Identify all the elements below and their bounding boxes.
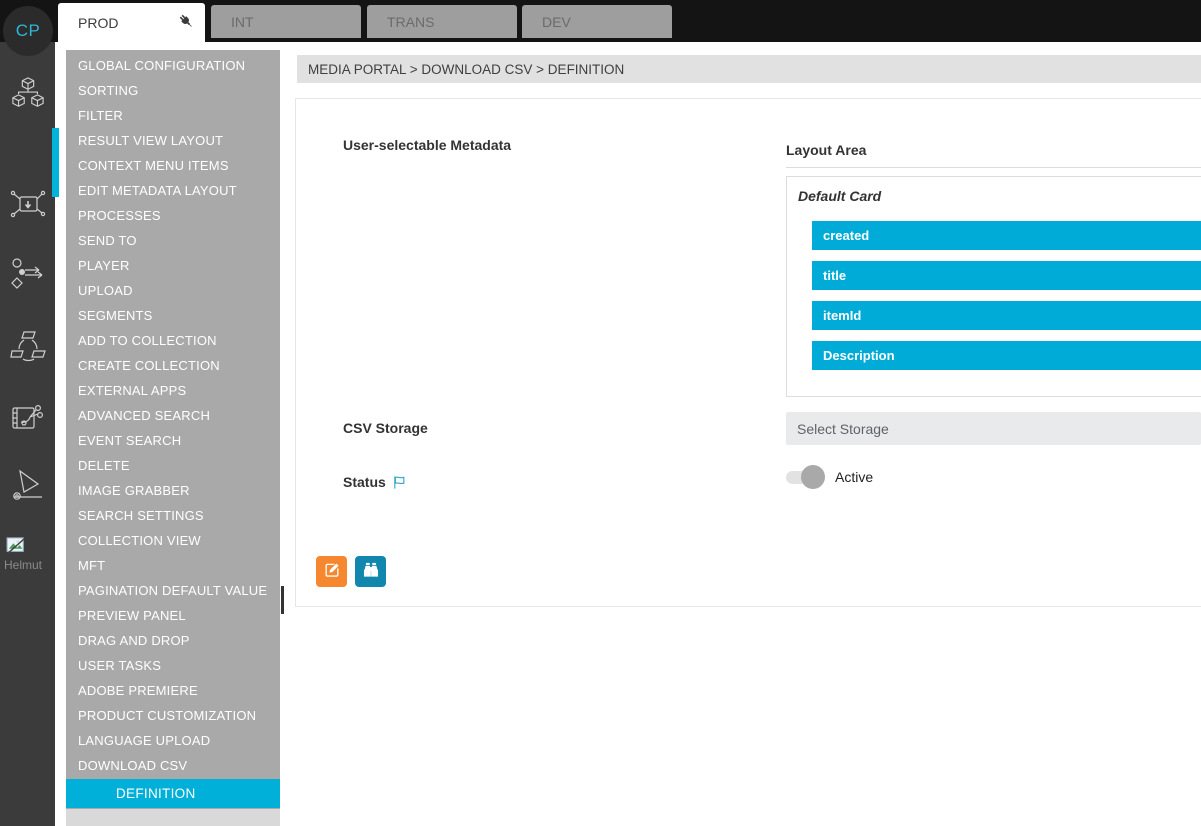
sidebar-item[interactable]: PREVIEW PANEL [66, 603, 280, 628]
layout-area-divider [786, 167, 1201, 168]
sidebar-item[interactable]: GLOBAL CONFIGURATION [66, 53, 280, 78]
env-tab-int-label: INT [231, 14, 254, 30]
sidebar-item[interactable]: PLAYER [66, 253, 280, 278]
top-bar: PROD INT TRANS DEV [0, 0, 1201, 42]
sidebar-item[interactable]: UPLOAD [66, 278, 280, 303]
sidebar-item[interactable]: SORTING [66, 78, 280, 103]
premiere-editor-icon[interactable] [0, 394, 55, 438]
sidebar-item[interactable]: PRODUCT CUSTOMIZATION [66, 703, 280, 728]
toggle-knob [801, 465, 825, 489]
env-tab-trans-label: TRANS [387, 14, 434, 30]
metadata-field-bar[interactable]: created [812, 221, 1201, 250]
default-card-title: Default Card [798, 188, 881, 204]
sidebar-item[interactable]: CREATE COLLECTION [66, 353, 280, 378]
env-tab-dev-label: DEV [542, 14, 571, 30]
metadata-field-list: created title itemId Description [812, 221, 1201, 381]
env-tab-int[interactable]: INT [211, 5, 361, 38]
module-rail: Helmut [0, 42, 55, 826]
sidebar-item[interactable]: COLLECTION VIEW [66, 528, 280, 553]
env-tab-trans[interactable]: TRANS [367, 5, 517, 38]
sidebar-item[interactable]: PROCESSES [66, 203, 280, 228]
storage-select[interactable]: Select Storage [786, 412, 1201, 445]
sidebar-item[interactable]: ADD TO COLLECTION [66, 328, 280, 353]
metadata-field-bar[interactable]: Description [812, 341, 1201, 370]
status-label: Status [343, 474, 386, 490]
flag-icon [392, 475, 407, 493]
sidebar-item-definition-active[interactable]: DEFINITION [66, 779, 280, 808]
assets-cubes-icon[interactable] [0, 71, 55, 115]
sidebar-item[interactable]: ADVANCED SEARCH [66, 403, 280, 428]
edit-icon [323, 561, 341, 582]
sidebar-item[interactable]: LANGUAGE UPLOAD [66, 728, 280, 753]
sidebar-item[interactable]: IMAGE GRABBER [66, 478, 280, 503]
portal-config-icon[interactable] [0, 182, 55, 226]
rail-active-indicator [52, 128, 59, 197]
sidebar-item[interactable]: DELETE [66, 453, 280, 478]
sidebar-item[interactable]: SEGMENTS [66, 303, 280, 328]
sidebar-menu: GLOBAL CONFIGURATIONSORTINGFILTERRESULT … [66, 50, 280, 778]
status-label-row: Status [343, 473, 407, 491]
status-toggle-row: Active [786, 464, 873, 490]
sidebar-item[interactable]: DRAG AND DROP [66, 628, 280, 653]
find-button[interactable] [355, 556, 386, 587]
binoculars-icon [362, 561, 380, 582]
broken-image-icon [6, 537, 28, 555]
status-value: Active [835, 469, 873, 485]
user-avatar-label: Helmut [4, 558, 54, 572]
env-tab-prod[interactable]: PROD [58, 3, 205, 42]
app-root: PROD INT TRANS DEV CP [0, 0, 1201, 826]
metadata-field-bar[interactable]: itemId [812, 301, 1201, 330]
sidebar-item[interactable]: MFT [66, 553, 280, 578]
sidebar-item[interactable]: SEND TO [66, 228, 280, 253]
app-logo[interactable]: CP [3, 6, 53, 56]
breadcrumb-text: MEDIA PORTAL > DOWNLOAD CSV > DEFINITION [308, 62, 624, 77]
sidebar-item[interactable]: SEARCH SETTINGS [66, 503, 280, 528]
metadata-label: User-selectable Metadata [343, 137, 511, 153]
sidebar-item[interactable]: CONTEXT MENU ITEMS [66, 153, 280, 178]
player-icon[interactable] [0, 462, 55, 506]
breadcrumb: MEDIA PORTAL > DOWNLOAD CSV > DEFINITION [297, 55, 1201, 83]
sidebar-item[interactable]: EVENT SEARCH [66, 428, 280, 453]
sidebar-item[interactable]: EDIT METADATA LAYOUT [66, 178, 280, 203]
metadata-field-bar[interactable]: title [812, 261, 1201, 290]
collections-cycle-icon[interactable] [0, 323, 55, 367]
env-tab-dev[interactable]: DEV [522, 5, 672, 38]
sidebar-scrollbar-thumb[interactable] [281, 586, 284, 614]
sidebar-item[interactable]: EXTERNAL APPS [66, 378, 280, 403]
sidebar-item[interactable]: FILTER [66, 103, 280, 128]
user-avatar-broken[interactable]: Helmut [4, 537, 54, 572]
plug-icon [178, 13, 195, 33]
app-logo-text: CP [16, 21, 41, 41]
edit-button[interactable] [316, 556, 347, 587]
csv-storage-label: CSV Storage [343, 420, 428, 436]
sidebar-item[interactable]: USER TASKS [66, 653, 280, 678]
workflow-icon[interactable] [0, 252, 55, 296]
settings-sidebar: GLOBAL CONFIGURATIONSORTINGFILTERRESULT … [66, 50, 280, 826]
sidebar-item[interactable]: DOWNLOAD CSV [66, 753, 280, 778]
sidebar-item[interactable]: RESULT VIEW LAYOUT [66, 128, 280, 153]
storage-select-value: Select Storage [797, 421, 889, 437]
sidebar-item[interactable]: ADOBE PREMIERE [66, 678, 280, 703]
sidebar-footer-strip [66, 809, 280, 826]
env-tab-prod-label: PROD [78, 15, 118, 31]
sidebar-item[interactable]: PAGINATION DEFAULT VALUE [66, 578, 280, 603]
status-toggle[interactable] [786, 464, 826, 490]
layout-area-label: Layout Area [786, 142, 866, 158]
